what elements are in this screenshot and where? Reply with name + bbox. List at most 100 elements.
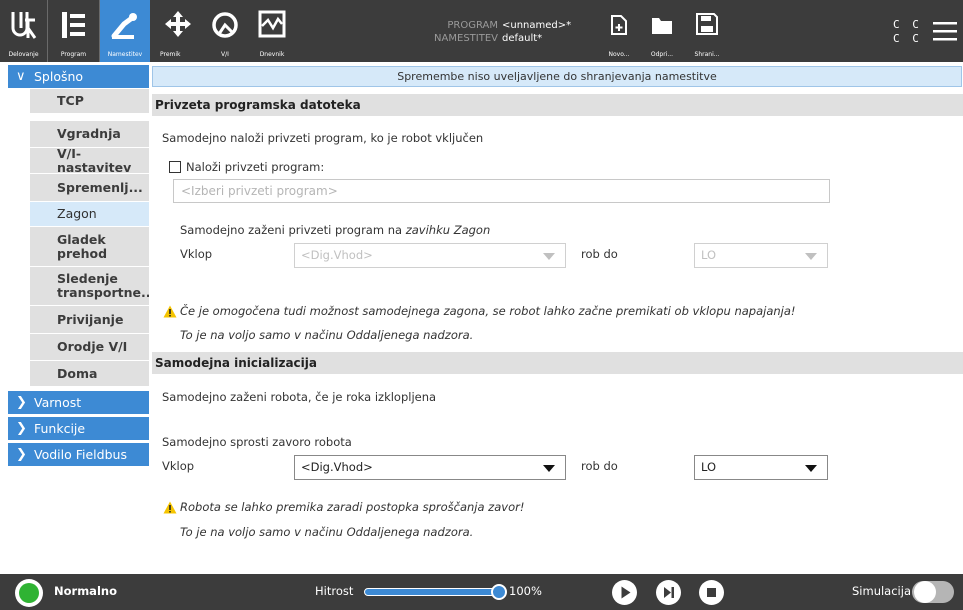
brake-remote-note: To je na voljo samo v načinu Oddaljenega… bbox=[180, 525, 474, 539]
cc-indicator-bottom: C C bbox=[893, 32, 922, 45]
sidebar-item-label: V/I-nastavitev bbox=[57, 145, 132, 175]
installation-name: default* bbox=[502, 33, 543, 44]
new-file-label: Novo... bbox=[608, 51, 630, 58]
io-gauge-icon bbox=[212, 12, 238, 38]
robot-arm-icon bbox=[111, 13, 137, 39]
sidebar-item-label: TCP bbox=[57, 93, 84, 108]
step-icon bbox=[664, 587, 674, 598]
nav-installation-button[interactable]: Namestitev bbox=[100, 0, 150, 62]
brake-power-label: Vklop bbox=[162, 459, 195, 473]
autostart-input-select[interactable]: <Dig.Vhod> bbox=[294, 243, 566, 268]
sidebar-item-tcp[interactable]: TCP bbox=[30, 89, 149, 114]
auto-init-header: Samodejna inicializacija bbox=[152, 352, 963, 374]
chevron-down-icon: ∨ bbox=[16, 69, 26, 84]
play-icon bbox=[621, 586, 631, 599]
nav-log-button[interactable]: Dnevnik bbox=[252, 0, 292, 62]
sidebar-section-label: Funkcije bbox=[34, 421, 86, 436]
unsaved-changes-notice: Spremembe niso uveljavljene do shranjeva… bbox=[152, 66, 962, 87]
sidebar-item-screwdriving[interactable]: Privijanje bbox=[30, 306, 149, 334]
sidebar-section-label: Vodilo Fieldbus bbox=[34, 447, 127, 462]
default-program-description: Samodejno naloži privzeti program, ko je… bbox=[162, 131, 484, 145]
brake-input-value: <Dig.Vhod> bbox=[301, 460, 373, 474]
speed-slider[interactable] bbox=[364, 588, 500, 596]
default-program-header: Privzeta programska datoteka bbox=[152, 94, 963, 116]
load-default-program-label: Naloži privzeti program: bbox=[186, 160, 325, 174]
nav-installation-label: Namestitev bbox=[107, 51, 143, 58]
autostart-input-value: <Dig.Vhod> bbox=[301, 248, 373, 262]
program-info: PROGRAM <unnamed>* NAMESTITEV default* bbox=[430, 19, 571, 45]
sidebar-section-label: Splošno bbox=[34, 69, 84, 84]
sidebar-item-label: Orodje V/I bbox=[57, 339, 128, 354]
move-arrows-icon bbox=[165, 11, 191, 37]
startup-settings-panel: Spremembe niso uveljavljene do shranjeva… bbox=[149, 62, 963, 565]
nav-move-button[interactable]: Premik bbox=[160, 0, 196, 62]
sidebar-item-variables[interactable]: Spremenlj... bbox=[30, 174, 149, 202]
autostart-edge-label: rob do bbox=[581, 247, 618, 261]
autostart-text: Samodejno zaženi privzeti program na bbox=[180, 223, 406, 237]
open-folder-icon bbox=[652, 18, 672, 34]
default-program-field[interactable]: <Izberi privzeti program> bbox=[173, 179, 830, 203]
sidebar-item-label: Gladek prehod bbox=[57, 231, 108, 261]
autostart-edge-value: LO bbox=[701, 248, 717, 262]
sidebar-item-label: Vgradnja bbox=[57, 126, 121, 141]
nav-io-button[interactable]: V/I bbox=[205, 0, 245, 62]
nav-log-label: Dnevnik bbox=[259, 51, 285, 58]
sidebar-item-smooth-transition[interactable]: Gladek prehod bbox=[30, 227, 149, 267]
stop-button[interactable] bbox=[699, 580, 724, 605]
cc-indicator-top: C C bbox=[893, 18, 922, 31]
program-tree-icon bbox=[61, 12, 85, 38]
step-button[interactable] bbox=[656, 580, 681, 605]
brake-warning-text: Robota se lahko premika zaradi postopka … bbox=[180, 500, 525, 514]
autostart-tab-name: zavihku Zagon bbox=[405, 223, 491, 237]
remote-control-note: To je na voljo samo v načinu Oddaljenega… bbox=[180, 328, 474, 342]
autostart-warning-text: Če je omogočena tudi možnost samodejnega… bbox=[180, 304, 796, 318]
sidebar-item-io-setup[interactable]: V/I-nastavitev bbox=[30, 145, 149, 175]
sidebar-item-label: Spremenlj... bbox=[57, 179, 143, 195]
play-button[interactable] bbox=[612, 580, 637, 605]
sidebar-section-fieldbus[interactable]: ❯ Vodilo Fieldbus bbox=[8, 443, 149, 466]
sidebar-item-mounting[interactable]: Vgradnja bbox=[30, 121, 149, 148]
stop-icon bbox=[707, 588, 716, 597]
sidebar-section-label: Varnost bbox=[34, 395, 82, 410]
open-file-label: Odpri... bbox=[650, 51, 674, 58]
sidebar-item-home[interactable]: Doma bbox=[30, 361, 149, 387]
speed-slider-handle[interactable] bbox=[491, 584, 507, 600]
brake-input-select[interactable]: <Dig.Vhod> bbox=[294, 455, 566, 480]
nav-move-label: Premik bbox=[160, 51, 181, 58]
new-file-button[interactable]: Novo... bbox=[600, 0, 638, 62]
auto-brake-release-text: Samodejno sprosti zavoro robota bbox=[162, 435, 352, 449]
dropdown-arrow-icon bbox=[805, 253, 817, 260]
open-file-button[interactable]: Odpri... bbox=[643, 0, 681, 62]
save-file-button[interactable]: Shrani... bbox=[688, 0, 726, 62]
brake-edge-select[interactable]: LO bbox=[694, 455, 828, 480]
status-indicator-icon bbox=[19, 583, 39, 603]
sidebar-section-general[interactable]: ∨ Splošno bbox=[8, 65, 149, 88]
save-icon bbox=[696, 13, 718, 35]
autostart-description: Samodejno zaženi privzeti program na zav… bbox=[180, 223, 490, 237]
sidebar-item-startup[interactable]: Zagon bbox=[30, 202, 149, 227]
hamburger-menu-icon[interactable] bbox=[933, 21, 957, 41]
nav-program-label: Program bbox=[60, 51, 87, 58]
nav-operate-button[interactable]: Delovanje bbox=[0, 0, 47, 62]
sidebar-section-safety[interactable]: ❯ Varnost bbox=[8, 391, 149, 414]
dropdown-arrow-icon bbox=[543, 465, 555, 472]
warning-icon bbox=[163, 305, 177, 318]
ur-logo-icon bbox=[11, 12, 36, 39]
installation-sidebar: ∨ Splošno TCP Vgradnja V/I-nastavitev Sp… bbox=[0, 62, 155, 565]
nav-operate-label: Delovanje bbox=[8, 51, 39, 58]
sidebar-section-features[interactable]: ❯ Funkcije bbox=[8, 417, 149, 440]
sidebar-item-label: Doma bbox=[57, 365, 98, 381]
autostart-edge-select[interactable]: LO bbox=[694, 243, 828, 268]
chevron-right-icon: ❯ bbox=[16, 421, 27, 436]
sidebar-item-tool-io[interactable]: Orodje V/I bbox=[30, 334, 149, 361]
brake-edge-label: rob do bbox=[581, 459, 618, 473]
simulation-label: Simulacija bbox=[852, 584, 911, 598]
simulation-toggle-knob bbox=[914, 581, 936, 603]
speed-value: 100% bbox=[509, 584, 542, 598]
auto-start-robot-text: Samodejno zaženi robota, če je roka izkl… bbox=[162, 390, 437, 404]
sidebar-item-conveyor-tracking[interactable]: Sledenje transportne... bbox=[30, 267, 155, 306]
chevron-right-icon: ❯ bbox=[16, 447, 27, 462]
save-file-label: Shrani... bbox=[694, 51, 720, 58]
load-default-program-checkbox[interactable] bbox=[169, 161, 181, 173]
nav-program-button[interactable]: Program bbox=[48, 0, 99, 62]
